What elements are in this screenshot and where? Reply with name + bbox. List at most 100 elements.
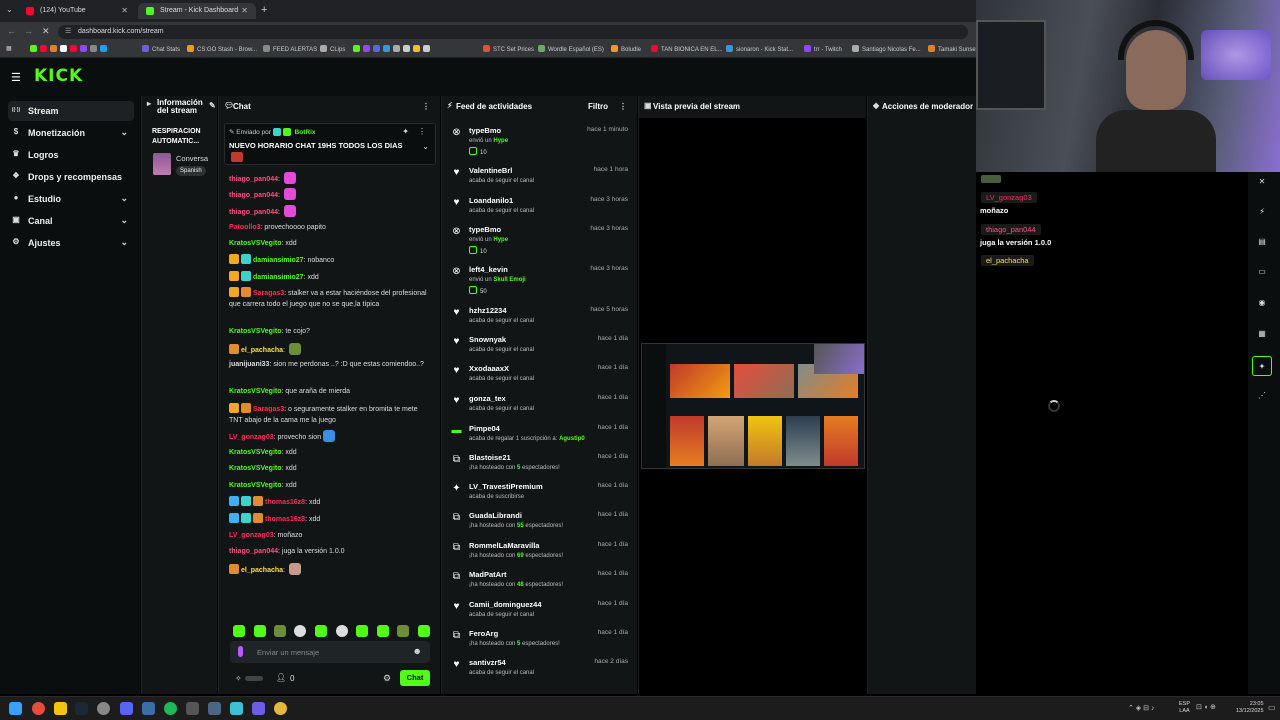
chat-username[interactable]: damiansimio27 bbox=[253, 257, 304, 264]
activity-username[interactable]: XxodaaaxX bbox=[469, 364, 509, 373]
emote-button[interactable] bbox=[336, 625, 348, 637]
sidebar-item-drops[interactable]: ❖ Drops y recompensas bbox=[8, 167, 134, 187]
system-status-icons[interactable]: ⊡ ◖ ⊕ bbox=[1196, 703, 1216, 711]
activity-username[interactable]: FeroArg bbox=[469, 629, 498, 638]
discord-icon[interactable] bbox=[120, 702, 133, 715]
bookmark-chat-stats[interactable]: Chat Stats bbox=[142, 45, 180, 53]
activity-username[interactable]: LV_TravestiPremium bbox=[469, 482, 543, 491]
chat-message[interactable]: thomas16z8: xdd bbox=[229, 513, 429, 525]
app-icon[interactable] bbox=[274, 702, 287, 715]
chat-message[interactable]: Saragas3: stalker va a estar haciéndose … bbox=[229, 287, 429, 310]
expand-chevron-icon[interactable]: ⌄ bbox=[422, 142, 429, 151]
tab-kick-dashboard[interactable]: Stream - Kick Dashboard ✕ bbox=[138, 3, 256, 19]
chat-message[interactable]: thiago_pan044: bbox=[229, 205, 429, 218]
sidebar-item-estudio[interactable]: ● Estudio ⌄ bbox=[8, 189, 134, 209]
url-input[interactable]: ☰ dashboard.kick.com/stream bbox=[58, 25, 968, 39]
emote-button[interactable] bbox=[418, 625, 430, 637]
chat-username[interactable]: Saragas3 bbox=[253, 406, 284, 413]
more-options-icon[interactable]: ⋮ bbox=[422, 102, 430, 111]
emote-button[interactable] bbox=[377, 625, 389, 637]
chat-username[interactable]: thiago_pan044 bbox=[229, 192, 278, 199]
bookmark-tan-bionica[interactable]: TAN BIONICA EN EL... bbox=[651, 45, 723, 53]
activity-username[interactable]: MadPatArt bbox=[469, 570, 507, 579]
activity-item[interactable]: ✦ LV_TravestiPremium hace 1 día acaba de su… bbox=[446, 482, 632, 508]
activity-item[interactable]: ⧉ GuadaLibrandi hace 1 día ¡ha hosteado con… bbox=[446, 511, 632, 537]
activity-username[interactable]: gonza_tex bbox=[469, 394, 506, 403]
bookmark-wordle[interactable]: Wordle Español (ES) bbox=[538, 45, 604, 53]
chat-message[interactable]: thiago_pan044: bbox=[229, 188, 429, 201]
chat-username[interactable]: juanijuani33 bbox=[229, 361, 269, 368]
activity-item[interactable]: ♥ gonza_tex hace 1 día acaba de seguir el c… bbox=[446, 394, 632, 420]
activity-item[interactable]: ▬ Pimpe04 hace 1 día acaba de regalar 1 sus… bbox=[446, 424, 632, 450]
activity-item[interactable]: ⊗ left4_kevin hace 3 horas envió un Skull E… bbox=[446, 265, 632, 299]
pin-icon[interactable]: ✦ bbox=[402, 127, 409, 136]
sidebar-item-ajustes[interactable]: ⚙ Ajustes ⌄ bbox=[8, 233, 134, 253]
activity-username[interactable]: Snownyak bbox=[469, 335, 506, 344]
bookmark-feed-alertas[interactable]: FEED ALERTAS bbox=[263, 45, 317, 53]
bookmark-icons[interactable] bbox=[30, 45, 110, 53]
chrome-icon[interactable] bbox=[32, 702, 45, 715]
chat-message[interactable]: LV_gonzag03: moñazo bbox=[229, 530, 429, 541]
reload-icon[interactable]: ✕ bbox=[42, 26, 50, 37]
tab-youtube[interactable]: (124) YouTube ✕ bbox=[18, 3, 136, 19]
chat-message[interactable]: thiago_pan044: juga la versión 1.0.0 bbox=[229, 546, 429, 557]
chat-message[interactable]: KratosVSVegito: xdd bbox=[229, 463, 429, 474]
activity-username[interactable]: hzhz12234 bbox=[469, 306, 507, 315]
chat-message[interactable]: LV_gonzag03: provecho sion bbox=[229, 430, 429, 443]
bookmark-kick-stats[interactable]: sionaron - Kick Stat... bbox=[726, 45, 793, 53]
sidebar-item-stream[interactable]: ((·)) Stream bbox=[8, 101, 134, 121]
kicks-toggle[interactable] bbox=[245, 676, 263, 681]
back-icon[interactable]: ← bbox=[7, 26, 16, 36]
emote-button[interactable] bbox=[233, 625, 245, 637]
wrench-icon[interactable]: ✦ bbox=[1252, 356, 1272, 376]
emote-button[interactable] bbox=[356, 625, 368, 637]
bookmark-santiago[interactable]: Santiago Nicolas Fe... bbox=[852, 45, 921, 53]
apps-icon[interactable]: ▦ bbox=[6, 45, 12, 52]
activity-item[interactable]: ⧉ RommelLaMaravilla hace 1 día ¡ha hosteado… bbox=[446, 541, 632, 567]
app-icon[interactable] bbox=[230, 702, 243, 715]
tab-menu-icon[interactable]: ⌄ bbox=[6, 5, 13, 14]
activity-username[interactable]: Pimpe04 bbox=[469, 424, 500, 433]
bookmark-stc-set-prices[interactable]: STC Set Prices bbox=[483, 45, 534, 53]
chat-message[interactable]: el_pachacha: bbox=[229, 343, 429, 356]
chat-username[interactable]: el_pachacha bbox=[241, 567, 283, 574]
sidebar-item-logros[interactable]: ♛ Logros bbox=[8, 145, 134, 165]
collapse-icon[interactable]: ▸ bbox=[147, 100, 151, 108]
chat-message[interactable]: Patoollo3: provechoooo papito bbox=[229, 222, 429, 233]
activity-username[interactable]: Blastoise21 bbox=[469, 453, 511, 462]
emote-button[interactable] bbox=[274, 625, 286, 637]
chat-username[interactable]: KratosVSVegito bbox=[229, 465, 282, 472]
activity-item[interactable]: ⧉ FeroArg hace 1 día ¡ha hosteado con 5 esp… bbox=[446, 629, 632, 655]
chat-message[interactable]: thomas16z8: xdd bbox=[229, 496, 429, 508]
chat-message[interactable]: damiansimio27: xdd bbox=[229, 271, 429, 283]
activity-username[interactable]: typeBmo bbox=[469, 126, 501, 135]
chat-username[interactable]: LV_gonzag03 bbox=[229, 434, 274, 441]
hamburger-menu-icon[interactable]: ☰ bbox=[11, 71, 21, 84]
broadcast-icon[interactable]: ◉ bbox=[1252, 293, 1272, 313]
chat-username[interactable]: thiago_pan044 bbox=[229, 209, 278, 216]
more-options-icon[interactable]: ⋮ bbox=[619, 102, 627, 111]
chat-username[interactable]: KratosVSVegito bbox=[229, 388, 282, 395]
new-tab-icon[interactable]: + bbox=[261, 4, 267, 16]
app-icon[interactable] bbox=[97, 702, 110, 715]
activity-item[interactable]: ⊗ typeBmo hace 3 horas envió un Hype 10 bbox=[446, 225, 632, 259]
bookmark-boludle[interactable]: Boludle bbox=[611, 45, 641, 53]
steam-icon[interactable] bbox=[75, 702, 88, 715]
chat-username[interactable]: KratosVSVegito bbox=[229, 449, 282, 456]
activity-item[interactable]: ♥ ValentineBrl hace 1 hora acaba de seguir … bbox=[446, 166, 632, 192]
chat-username[interactable]: damiansimio27 bbox=[253, 274, 304, 281]
activity-item[interactable]: ♥ santivzr54 hace 2 días acaba de seguir el… bbox=[446, 658, 632, 684]
chat-message[interactable]: KratosVSVegito: xdd bbox=[229, 447, 429, 458]
kick-logo[interactable]: KICK bbox=[34, 66, 83, 86]
chat-message[interactable]: juanijuani33: sion me perdonas ..? :D qu… bbox=[229, 359, 429, 370]
chat-username[interactable]: KratosVSVegito bbox=[229, 328, 282, 335]
app-icon[interactable] bbox=[208, 702, 221, 715]
bookmark-tamaki-sunset[interactable]: Tamaki Sunset bbox=[928, 45, 977, 53]
bookmark-icons-2[interactable] bbox=[353, 45, 433, 53]
filter-button[interactable]: Filtro bbox=[588, 102, 608, 111]
activity-username[interactable]: left4_kevin bbox=[469, 265, 508, 274]
activity-username[interactable]: GuadaLibrandi bbox=[469, 511, 522, 520]
sidebar-item-canal[interactable]: ▣ Canal ⌄ bbox=[8, 211, 134, 231]
emoji-picker-icon[interactable]: ☻ bbox=[413, 646, 422, 656]
activity-item[interactable]: ♥ hzhz12234 hace 5 horas acaba de seguir el… bbox=[446, 306, 632, 332]
